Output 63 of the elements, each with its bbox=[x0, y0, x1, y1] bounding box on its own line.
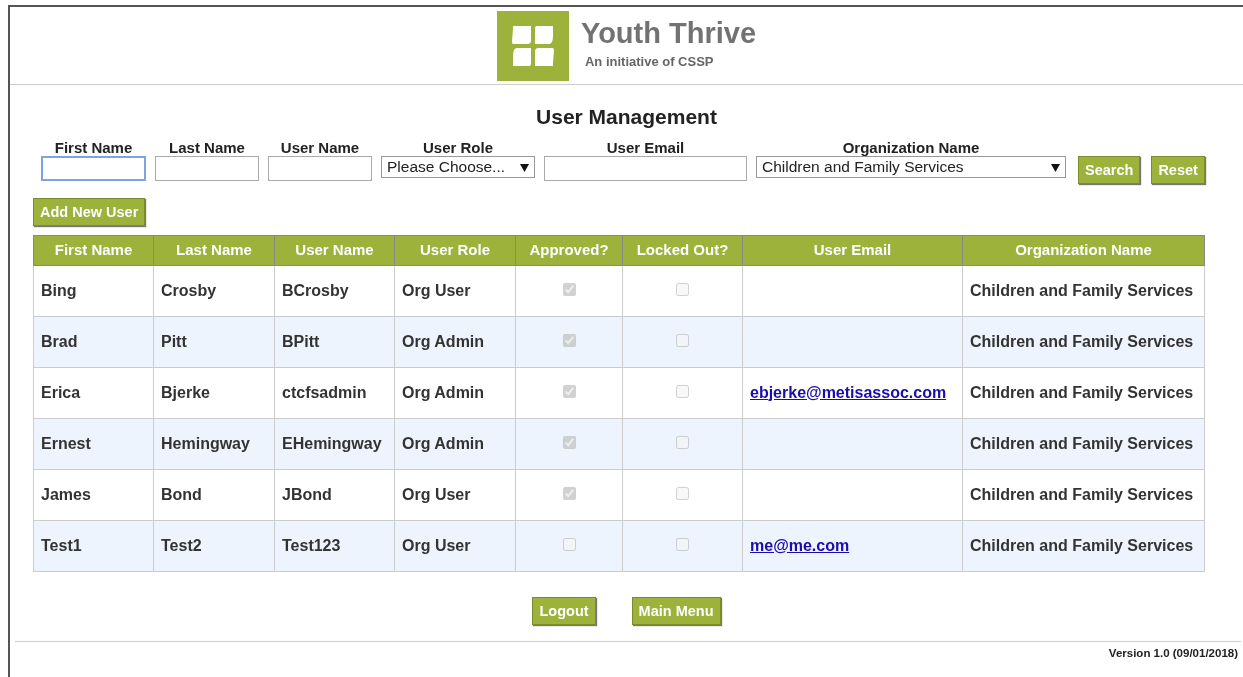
dropdown[interactable]: Please Choose... bbox=[381, 155, 535, 178]
table-cell: Test123 bbox=[274, 520, 395, 571]
field-label: Organization Name bbox=[842, 138, 980, 156]
table-cell: Brad bbox=[33, 316, 154, 367]
logo-subtitle: An initiative of CSSP bbox=[584, 53, 715, 72]
column-header: User Email bbox=[742, 235, 963, 265]
version-text: Version 1.0 (09/01/2018) bbox=[1108, 646, 1238, 659]
logo-icon bbox=[496, 10, 569, 81]
add-user-button[interactable]: Add New User bbox=[33, 197, 146, 226]
table-cell: Pitt bbox=[153, 316, 275, 367]
field-label: User Role bbox=[423, 138, 493, 156]
column-header: Organization Name bbox=[962, 235, 1205, 265]
field-label: User Email bbox=[606, 138, 685, 156]
table-cell: Bing bbox=[33, 265, 154, 316]
input-field[interactable] bbox=[544, 155, 747, 181]
column-header: First Name bbox=[33, 235, 154, 265]
page-title: User Management bbox=[535, 104, 718, 130]
input-field[interactable] bbox=[268, 155, 372, 181]
field-label: First Name bbox=[54, 138, 133, 156]
table-cell: Children and Family Services bbox=[962, 316, 1205, 367]
table-cell: Children and Family Services bbox=[962, 520, 1205, 571]
table-cell: Children and Family Services bbox=[962, 265, 1205, 316]
table-cell: ctcfsadmin bbox=[274, 367, 395, 418]
table-cell: BPitt bbox=[274, 316, 395, 367]
logo-title: Youth Thrive bbox=[580, 19, 757, 49]
field-label: User Name bbox=[280, 138, 360, 156]
dropdown[interactable]: Children and Family Services bbox=[756, 155, 1066, 178]
table-cell: JBond bbox=[274, 469, 395, 520]
column-header: User Name bbox=[274, 235, 395, 265]
table-cell: Test2 bbox=[153, 520, 275, 571]
table-cell: Test1 bbox=[33, 520, 154, 571]
table-cell: EHemingway bbox=[274, 418, 395, 469]
table-cell: James bbox=[33, 469, 154, 520]
table-cell: Org Admin bbox=[394, 367, 516, 418]
table-cell: BCrosby bbox=[274, 265, 395, 316]
table-cell: Ernest bbox=[33, 418, 154, 469]
caret-icon bbox=[520, 163, 529, 172]
table-cell: Children and Family Services bbox=[962, 418, 1205, 469]
table-cell: Bond bbox=[153, 469, 275, 520]
column-header: Last Name bbox=[153, 235, 275, 265]
caret-icon bbox=[1051, 163, 1060, 172]
email-link[interactable]: me@me.com bbox=[750, 536, 850, 554]
table-cell: Org User bbox=[394, 265, 516, 316]
table-cell: Org User bbox=[394, 520, 516, 571]
reset-button[interactable]: Reset bbox=[1151, 155, 1205, 184]
search-button[interactable]: Search bbox=[1078, 155, 1141, 184]
table-cell: Children and Family Services bbox=[962, 469, 1205, 520]
logout-button[interactable]: Logout bbox=[532, 596, 596, 625]
column-header: Locked Out? bbox=[622, 235, 743, 265]
table-cell: Children and Family Services bbox=[962, 367, 1205, 418]
main-menu-button[interactable]: Main Menu bbox=[631, 596, 721, 625]
field-label: Last Name bbox=[169, 138, 245, 156]
table-cell: Erica bbox=[33, 367, 154, 418]
column-header: User Role bbox=[394, 235, 516, 265]
table-cell: Org Admin bbox=[394, 316, 516, 367]
column-header: Approved? bbox=[515, 235, 623, 265]
table-cell: Bjerke bbox=[153, 367, 275, 418]
table-cell: Crosby bbox=[153, 265, 275, 316]
table-cell: Org Admin bbox=[394, 418, 516, 469]
table-cell: Org User bbox=[394, 469, 516, 520]
input-field[interactable] bbox=[155, 155, 259, 181]
table-cell: Hemingway bbox=[153, 418, 275, 469]
input-field[interactable] bbox=[41, 155, 146, 181]
